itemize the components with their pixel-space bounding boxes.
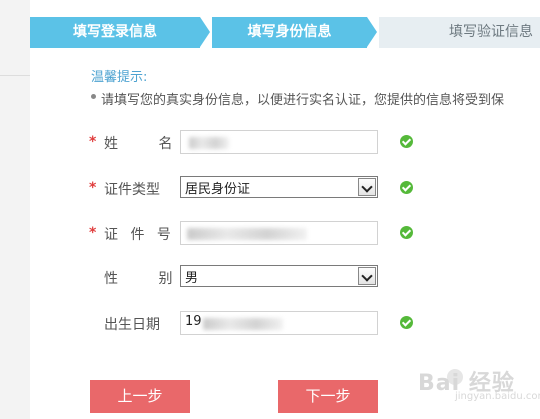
id-type-label: 证件类型 bbox=[104, 182, 160, 198]
birth-label: 出生日期 bbox=[104, 317, 160, 333]
name-row: * 姓 名 bbox=[0, 128, 540, 156]
birth-value: 19 bbox=[185, 314, 202, 329]
required-icon: * bbox=[89, 134, 97, 150]
step-identity-info: 填写身份信息 bbox=[212, 17, 367, 48]
chevron-down-icon[interactable] bbox=[358, 178, 376, 196]
id-type-value: 居民身份证 bbox=[185, 182, 251, 197]
gender-row: 性 别 男 bbox=[0, 263, 540, 291]
name-label: 姓 名 bbox=[104, 136, 191, 152]
tip-text: 请填写您的真实身份信息，以便进行实名认证，您提供的信息将受到保 bbox=[101, 93, 505, 108]
id-number-label: 证 件 号 bbox=[104, 227, 175, 243]
redacted-value bbox=[203, 318, 283, 330]
check-icon bbox=[400, 181, 413, 194]
check-icon bbox=[400, 226, 413, 239]
prev-step-button[interactable]: 上一步 bbox=[90, 380, 190, 413]
id-type-row: * 证件类型 居民身份证 bbox=[0, 174, 540, 202]
tip-title: 温馨提示: bbox=[91, 70, 148, 85]
name-input[interactable] bbox=[180, 130, 378, 154]
chevron-down-icon[interactable] bbox=[358, 267, 376, 285]
bullet-icon bbox=[91, 94, 96, 99]
required-icon: * bbox=[89, 225, 97, 241]
step-arrow-icon bbox=[200, 17, 210, 47]
id-number-row: * 证 件 号 bbox=[0, 219, 540, 247]
id-number-input[interactable] bbox=[180, 221, 378, 245]
step-verify-info: 填写验证信息 bbox=[379, 17, 540, 48]
step-arrow-icon bbox=[367, 17, 377, 47]
watermark-url: jingyan.baidu.com bbox=[455, 391, 540, 402]
step-progress: 填写登录信息 填写身份信息 填写验证信息 bbox=[30, 17, 540, 48]
check-icon bbox=[400, 316, 413, 329]
birth-row: 出生日期 19 bbox=[0, 309, 540, 337]
required-icon: * bbox=[89, 180, 97, 196]
redacted-value bbox=[189, 137, 229, 149]
id-type-select[interactable]: 居民身份证 bbox=[180, 176, 378, 198]
step-login-info: 填写登录信息 bbox=[30, 17, 200, 48]
gender-value: 男 bbox=[185, 271, 199, 286]
birth-input[interactable]: 19 bbox=[180, 311, 378, 335]
left-panel-edge bbox=[0, 0, 30, 419]
redacted-value bbox=[187, 228, 307, 240]
gender-label: 性 别 bbox=[104, 271, 191, 287]
check-icon bbox=[400, 135, 413, 148]
gender-select[interactable]: 男 bbox=[180, 265, 378, 287]
next-step-button[interactable]: 下一步 bbox=[278, 380, 378, 413]
